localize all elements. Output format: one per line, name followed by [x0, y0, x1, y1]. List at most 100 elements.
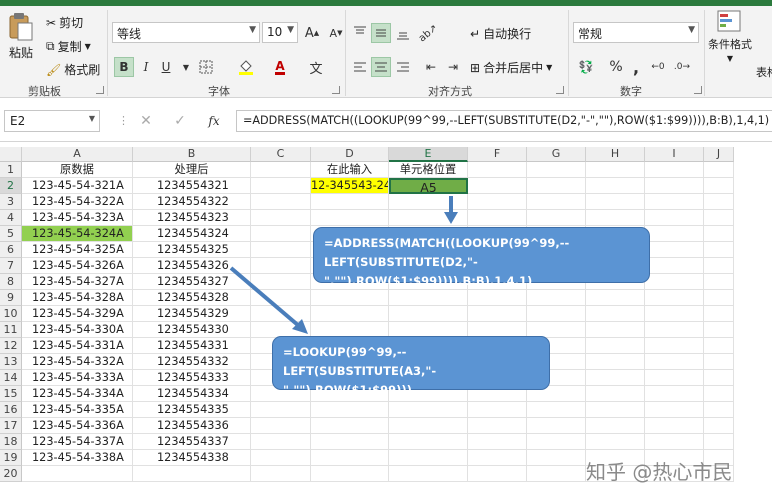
cell-i4[interactable] — [645, 210, 704, 226]
insert-function-icon[interactable]: fx — [204, 111, 224, 131]
column-header-h[interactable]: H — [586, 147, 645, 162]
cell-f4[interactable] — [468, 210, 527, 226]
cell-a1[interactable]: 原数据 — [22, 162, 133, 178]
cancel-icon[interactable]: ✕ — [136, 111, 156, 131]
cell-b12[interactable]: 1234554331 — [133, 338, 251, 354]
cell-e9[interactable] — [389, 290, 468, 306]
enter-icon[interactable]: ✓ — [170, 111, 190, 131]
row-header[interactable]: 1 — [0, 162, 22, 178]
number-format-select[interactable]: 常规 ▼ — [573, 22, 699, 43]
shrink-font-button[interactable]: A ▼ — [326, 23, 346, 43]
italic-button[interactable]: I — [136, 57, 156, 77]
cell-c4[interactable] — [251, 210, 311, 226]
cell-a17[interactable]: 123-45-54-336A — [22, 418, 133, 434]
cell-c10[interactable] — [251, 306, 311, 322]
row-header[interactable]: 15 — [0, 386, 22, 402]
cell-f2[interactable] — [468, 178, 527, 194]
cell-b3[interactable]: 1234554322 — [133, 194, 251, 210]
cell-j10[interactable] — [704, 306, 734, 322]
cell-i9[interactable] — [645, 290, 704, 306]
align-left-icon[interactable] — [350, 57, 370, 77]
clipboard-launcher-icon[interactable] — [96, 86, 104, 94]
format-as-table-button[interactable]: 表格 — [756, 64, 772, 80]
cell-j14[interactable] — [704, 370, 734, 386]
cell-g18[interactable] — [527, 434, 586, 450]
percent-button[interactable]: % — [606, 57, 626, 77]
bold-button[interactable]: B — [114, 57, 134, 77]
cell-d3[interactable] — [311, 194, 389, 210]
cell-d18[interactable] — [311, 434, 389, 450]
cell-j1[interactable] — [704, 162, 734, 178]
cell-j16[interactable] — [704, 402, 734, 418]
cell-f10[interactable] — [468, 306, 527, 322]
font-size-select[interactable]: 10 ▼ — [262, 22, 298, 43]
cell-i7[interactable] — [645, 258, 704, 274]
wrap-text-button[interactable]: ↵ 自动换行 — [470, 25, 531, 42]
comma-button[interactable]: , — [626, 57, 646, 77]
cell-b5[interactable]: 1234554324 — [133, 226, 251, 242]
cell-b2[interactable]: 1234554321 — [133, 178, 251, 194]
border-icon[interactable] — [196, 57, 216, 77]
cell-g17[interactable] — [527, 418, 586, 434]
column-header-g[interactable]: G — [527, 147, 586, 162]
cell-j7[interactable] — [704, 258, 734, 274]
cell-d4[interactable] — [311, 210, 389, 226]
cell-a2[interactable]: 123-45-54-321A — [22, 178, 133, 194]
cell-j8[interactable] — [704, 274, 734, 290]
cell-f19[interactable] — [468, 450, 527, 466]
row-header[interactable]: 7 — [0, 258, 22, 274]
font-color-icon[interactable]: A — [270, 57, 290, 77]
cell-b4[interactable]: 1234554323 — [133, 210, 251, 226]
underline-button[interactable]: U — [156, 57, 176, 77]
cell-c1[interactable] — [251, 162, 311, 178]
cell-b19[interactable]: 1234554338 — [133, 450, 251, 466]
row-header[interactable]: 17 — [0, 418, 22, 434]
cell-a5[interactable]: 123-45-54-324A — [22, 226, 133, 242]
cell-f9[interactable] — [468, 290, 527, 306]
increase-decimal-icon[interactable]: ←0 — [648, 57, 668, 77]
cell-a4[interactable]: 123-45-54-323A — [22, 210, 133, 226]
decrease-decimal-icon[interactable]: .0→ — [672, 57, 692, 77]
cut-button[interactable]: ✂ 剪切 — [46, 14, 83, 31]
cell-c3[interactable] — [251, 194, 311, 210]
cell-c6[interactable] — [251, 242, 311, 258]
cell-e3[interactable] — [389, 194, 468, 210]
column-header-c[interactable]: C — [251, 147, 311, 162]
format-painter-button[interactable]: 🖌 格式刷 — [46, 61, 100, 78]
cell-h9[interactable] — [586, 290, 645, 306]
cell-h1[interactable] — [586, 162, 645, 178]
cell-j3[interactable] — [704, 194, 734, 210]
column-header-b[interactable]: B — [133, 147, 251, 162]
cell-e16[interactable] — [389, 402, 468, 418]
cell-i14[interactable] — [645, 370, 704, 386]
row-header[interactable]: 8 — [0, 274, 22, 290]
cell-i12[interactable] — [645, 338, 704, 354]
column-header-i[interactable]: I — [645, 147, 704, 162]
cell-c18[interactable] — [251, 434, 311, 450]
column-header-j[interactable]: J — [704, 147, 734, 162]
cell-e4[interactable] — [389, 210, 468, 226]
cell-d16[interactable] — [311, 402, 389, 418]
phonetic-icon[interactable]: 文 — [306, 57, 326, 77]
font-launcher-icon[interactable] — [332, 86, 340, 94]
row-header[interactable]: 3 — [0, 194, 22, 210]
increase-indent-icon[interactable]: ⇥ — [443, 57, 463, 77]
cell-f16[interactable] — [468, 402, 527, 418]
row-header[interactable]: 10 — [0, 306, 22, 322]
number-launcher-icon[interactable] — [694, 86, 702, 94]
cell-i11[interactable] — [645, 322, 704, 338]
align-top-icon[interactable] — [350, 23, 370, 43]
cell-f3[interactable] — [468, 194, 527, 210]
cell-d17[interactable] — [311, 418, 389, 434]
cell-i18[interactable] — [645, 434, 704, 450]
row-header[interactable]: 16 — [0, 402, 22, 418]
cell-i6[interactable] — [645, 242, 704, 258]
cell-g9[interactable] — [527, 290, 586, 306]
cell-j17[interactable] — [704, 418, 734, 434]
cell-e2[interactable]: A5 — [389, 178, 468, 194]
cell-h16[interactable] — [586, 402, 645, 418]
row-header[interactable]: 9 — [0, 290, 22, 306]
cell-g1[interactable] — [527, 162, 586, 178]
currency-icon[interactable]: 💱 — [576, 57, 596, 77]
cell-c8[interactable] — [251, 274, 311, 290]
